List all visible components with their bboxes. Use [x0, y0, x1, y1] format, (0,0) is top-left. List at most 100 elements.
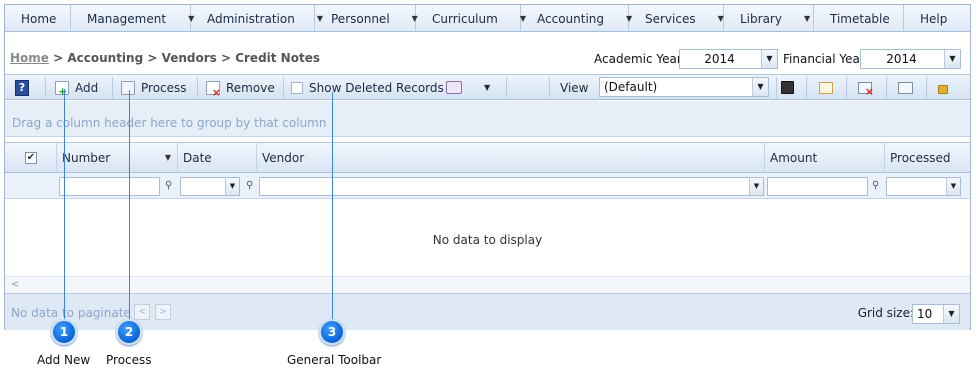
column-header-date[interactable]: Date	[178, 143, 257, 173]
app-window: Home Management ▼ Administration ▼ Personn…	[4, 4, 971, 330]
lock-button[interactable]	[938, 75, 948, 100]
pager-text: No data to paginate	[11, 306, 131, 320]
menu-library[interactable]: Library ▼	[724, 5, 814, 32]
delete-view-button[interactable]: ×	[858, 75, 874, 100]
next-page-button[interactable]: >	[155, 304, 171, 320]
pager-bar: No data to paginate < > Grid size: 10 ▼	[5, 293, 970, 330]
financial-year-select[interactable]: 2014 ▼	[860, 49, 961, 69]
menu-library-label: Library	[740, 11, 782, 26]
chevron-down-icon[interactable]: ▼	[943, 305, 959, 323]
column-header-amount[interactable]: Amount	[765, 143, 885, 173]
remove-button[interactable]: × Remove	[206, 75, 275, 100]
callout-line	[64, 89, 65, 320]
new-view-button[interactable]	[819, 75, 833, 100]
columns-button[interactable]	[898, 75, 913, 100]
toolbar-divider	[926, 77, 927, 98]
processed-filter-select[interactable]: ▼	[886, 177, 961, 196]
delete-icon: ×	[206, 80, 221, 98]
process-icon	[121, 80, 135, 95]
callout-badge-2: 2	[116, 319, 142, 345]
filter-icon[interactable]: ⚲	[165, 180, 173, 192]
help-button[interactable]: ?	[15, 75, 29, 100]
menu-help[interactable]: Help	[904, 5, 970, 32]
menu-curriculum[interactable]: Curriculum ▼	[416, 5, 526, 32]
process-button-label: Process	[141, 80, 187, 95]
add-document-icon: +	[55, 80, 69, 97]
column-number-label: Number	[62, 151, 111, 165]
column-vendor-label: Vendor	[262, 151, 305, 165]
view-select[interactable]: (Default) ▼	[599, 77, 769, 97]
toolbar-divider	[197, 77, 198, 98]
save-icon	[781, 81, 794, 94]
add-button[interactable]: + Add	[55, 75, 98, 100]
vendor-filter-select[interactable]: ▼	[259, 177, 764, 196]
new-view-icon	[819, 81, 833, 94]
toolbar-divider	[846, 77, 847, 98]
filter-icon[interactable]: ⚲	[246, 180, 254, 192]
group-by-area[interactable]: Drag a column header here to group by th…	[5, 101, 970, 137]
number-filter-input[interactable]	[59, 177, 160, 196]
toolbar-divider	[549, 77, 550, 98]
process-button[interactable]: Process	[121, 75, 187, 100]
help-icon: ?	[15, 79, 29, 96]
chevron-down-icon[interactable]: ▼	[165, 143, 171, 173]
callout-line	[332, 92, 333, 320]
menu-management[interactable]: Management ▼	[71, 5, 194, 32]
scroll-left-icon[interactable]: <	[11, 279, 19, 290]
select-all-checkbox[interactable]: ✔	[25, 152, 37, 164]
main-menu: Home Management ▼ Administration ▼ Personn…	[5, 5, 970, 32]
export-menu-button[interactable]: ▼	[446, 75, 490, 100]
chevron-down-icon[interactable]: ▼	[752, 78, 768, 96]
column-date-label: Date	[183, 151, 212, 165]
grid-header: ✔ Number ▼ Date Vendor Amount Processed	[5, 142, 970, 173]
chevron-down-icon[interactable]: ▼	[749, 178, 763, 195]
toolbar-divider	[776, 77, 777, 98]
date-filter-input[interactable]: ▼	[180, 177, 240, 196]
view-label: View	[560, 75, 588, 100]
chevron-down-icon[interactable]: ▼	[761, 50, 777, 68]
toolbar-divider	[283, 77, 284, 98]
horizontal-scrollbar[interactable]: <	[5, 276, 970, 293]
menu-services[interactable]: Services ▼	[629, 5, 724, 32]
menu-timetable[interactable]: Timetable	[814, 5, 904, 32]
amount-filter-input[interactable]	[767, 177, 868, 196]
callout-label-process: Process	[106, 353, 152, 367]
column-header-processed[interactable]: Processed	[885, 143, 970, 173]
menu-administration[interactable]: Administration ▼	[191, 5, 323, 32]
grid-size-select[interactable]: 10 ▼	[912, 304, 960, 324]
menu-home-label: Home	[21, 11, 57, 26]
grid-size-value: 10	[917, 307, 933, 321]
breadcrumb: Home > Accounting > Vendors > Credit Not…	[10, 51, 320, 65]
menu-accounting[interactable]: Accounting ▼	[521, 5, 632, 32]
empty-message: No data to display	[432, 233, 543, 247]
menu-home[interactable]: Home	[5, 5, 71, 32]
add-button-label: Add	[75, 80, 99, 95]
show-deleted-toggle[interactable]: Show Deleted Records	[291, 75, 444, 100]
show-deleted-checkbox[interactable]	[291, 81, 303, 94]
grid-body: No data to display	[5, 200, 970, 276]
menu-timetable-label: Timetable	[830, 11, 890, 26]
previous-page-button[interactable]: <	[134, 304, 150, 320]
toolbar-divider	[506, 77, 507, 98]
callout-line	[129, 90, 130, 320]
column-header-number[interactable]: Number ▼	[57, 143, 178, 173]
toolbar-divider	[45, 77, 46, 98]
save-view-button[interactable]	[781, 75, 794, 100]
chevron-down-icon[interactable]: ▼	[225, 178, 239, 195]
select-all-header: ✔	[5, 143, 57, 173]
filter-row: ⚲ ▼ ⚲ ▼ ⚲ ▼	[5, 173, 970, 199]
breadcrumb-home[interactable]: Home	[10, 51, 49, 65]
chevron-down-icon[interactable]: ▼	[946, 178, 960, 195]
chevron-down-icon: ▼	[484, 83, 491, 92]
academic-year-select[interactable]: 2014 ▼	[679, 49, 778, 69]
view-label-text: View	[560, 80, 589, 95]
callout-badge-3: 3	[319, 319, 345, 345]
general-toolbar: ? + Add Process × Remove Show Deleted Reco…	[5, 74, 970, 100]
menu-curriculum-label: Curriculum	[432, 11, 498, 26]
menu-personnel[interactable]: Personnel ▼	[315, 5, 418, 32]
column-header-vendor[interactable]: Vendor	[257, 143, 765, 173]
callout-badge-1: 1	[51, 319, 77, 345]
menu-management-label: Management	[87, 11, 167, 26]
chevron-down-icon[interactable]: ▼	[944, 50, 960, 68]
filter-icon[interactable]: ⚲	[872, 180, 880, 192]
